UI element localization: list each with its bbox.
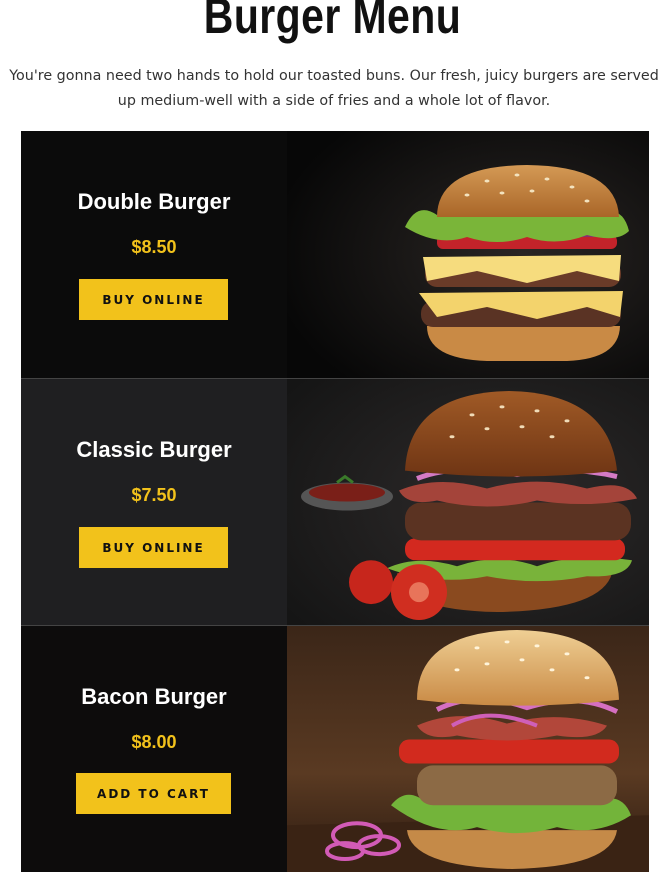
buy-online-button[interactable]: BUY ONLINE <box>79 279 228 320</box>
page-title: Burger Menu <box>203 0 462 44</box>
burger-menu-list: Double Burger $8.50 BUY ONLINE Classic B… <box>21 131 649 872</box>
menu-item-name: Classic Burger <box>76 437 232 462</box>
menu-item-price: $8.50 <box>131 237 177 257</box>
bacon-burger-image <box>287 626 649 872</box>
menu-item-name: Double Burger <box>77 189 231 214</box>
double-burger-image <box>287 131 649 378</box>
add-to-cart-button[interactable]: ADD TO CART <box>76 773 231 814</box>
intro-text: You're gonna need two hands to hold our … <box>9 68 659 109</box>
classic-burger-image <box>287 379 649 625</box>
menu-item-bacon-burger: Bacon Burger $8.00 ADD TO CART <box>21 625 649 872</box>
menu-item-double-burger: Double Burger $8.50 BUY ONLINE <box>21 131 649 378</box>
menu-item-info: Classic Burger $7.50 BUY ONLINE <box>21 379 287 625</box>
menu-item-name: Bacon Burger <box>81 684 227 709</box>
menu-item-info: Double Burger $8.50 BUY ONLINE <box>21 131 287 378</box>
buy-online-button[interactable]: BUY ONLINE <box>79 527 228 568</box>
menu-item-price: $7.50 <box>131 485 177 505</box>
menu-item-info: Bacon Burger $8.00 ADD TO CART <box>21 626 287 872</box>
menu-item-classic-burger: Classic Burger $7.50 BUY ONLINE <box>21 378 649 625</box>
menu-item-price: $8.00 <box>131 732 177 752</box>
